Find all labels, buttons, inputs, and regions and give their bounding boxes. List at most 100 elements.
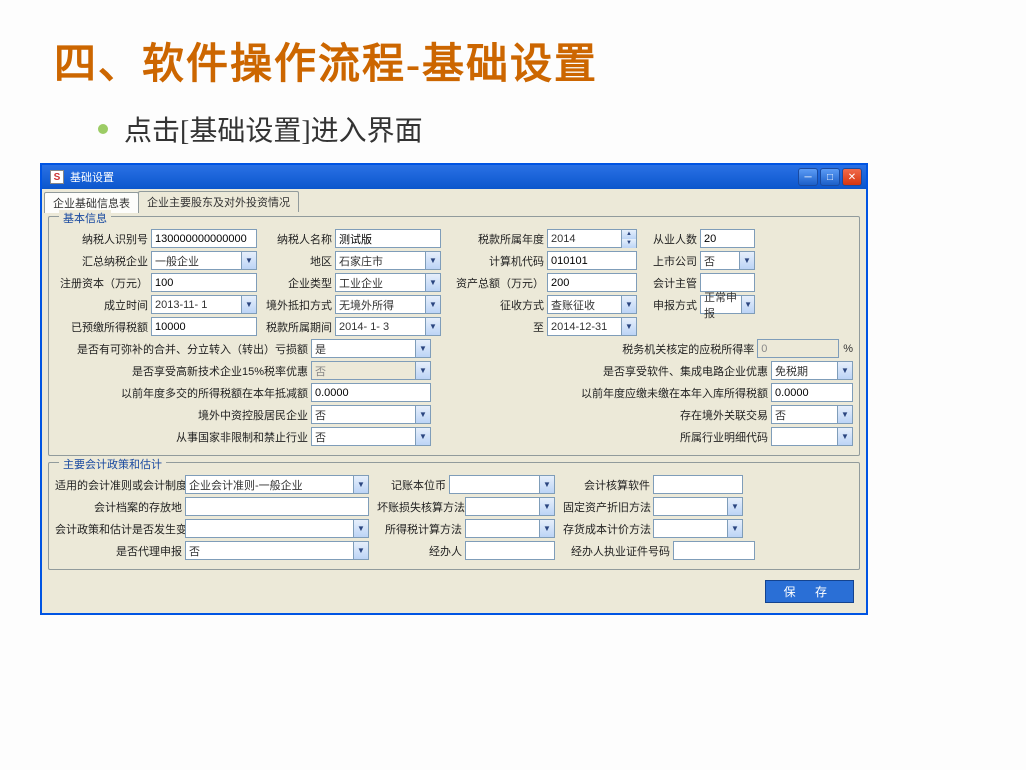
label-total-assets: 资产总额（万元） [449,275,547,291]
legend-acct: 主要会计政策和估计 [59,456,166,472]
slide-bullet: 点击[基础设置]进入界面 [98,109,996,149]
maximize-button[interactable]: □ [820,168,840,186]
label-employees: 从业人数 [645,231,700,247]
label-tax-rate: 税务机关核定的应税所得率 [557,341,757,357]
label-acct-sw: 会计核算软件 [563,477,653,493]
label-agent: 经办人 [377,543,465,559]
label-baddebt: 坏账损失核算方法 [377,499,465,515]
input-total-assets[interactable] [547,273,637,292]
select-merge-loss[interactable]: 是▼ [311,339,431,358]
chevron-down-icon: ▼ [353,476,368,493]
label-listed: 上市公司 [645,253,700,269]
select-ind-detail[interactable]: ▼ [771,427,853,446]
label-hitech: 是否享受高新技术企业15%税率优惠 [55,363,311,379]
input-pc-code[interactable] [547,251,637,270]
foreign-credit-value: 无境外所得 [339,297,394,313]
chevron-down-icon: ▼ [837,362,852,379]
consol-ent-value: 一般企业 [155,253,199,269]
select-software[interactable]: 免税期 ▼ [771,361,853,380]
input-tax-year[interactable]: 2014 ▲▼ [547,229,637,248]
input-tax-period-from[interactable]: 2014- 1- 3▼ [335,317,441,336]
label-foreign-ctrl: 境外中资控股居民企业 [55,407,311,423]
tax-period-from-value: 2014- 1- 3 [339,321,389,333]
percent-sign: % [843,343,853,355]
input-prepaid[interactable] [151,317,257,336]
select-consol-ent[interactable]: 一般企业 ▼ [151,251,257,270]
label-tax-period: 税款所属期间 [265,319,335,335]
label-tax-calc-method: 所得税计算方法 [377,521,465,537]
label-reg-capital: 注册资本（万元） [55,275,151,291]
input-employees[interactable] [700,229,755,248]
save-button[interactable]: 保 存 [765,580,854,603]
input-prev-credit[interactable] [311,383,431,402]
fieldset-acct: 主要会计政策和估计 适用的会计准则或会计制度 企业会计准则-一般企业▼ 记账本位… [48,462,860,570]
input-agent-cert[interactable] [673,541,755,560]
label-dep-method: 固定资产折旧方法 [563,499,653,515]
input-prev-owe[interactable] [771,383,853,402]
chevron-down-icon: ▼ [741,296,754,313]
select-inv-cost[interactable]: ▼ [653,519,743,538]
tab-bar: 企业基础信息表 企业主要股东及对外投资情况 [42,189,866,212]
software-value: 免税期 [775,363,808,379]
label-restrict-ind: 从事国家非限制和禁止行业 [55,429,311,445]
merge-loss-value: 是 [315,341,326,357]
select-foreign-credit[interactable]: 无境外所得 ▼ [335,295,441,314]
select-ent-type[interactable]: 工业企业▼ [335,273,441,292]
select-collect-method[interactable]: 查账征收▼ [547,295,637,314]
select-is-agent[interactable]: 否▼ [185,541,369,560]
chevron-down-icon: ▼ [539,476,554,493]
chevron-down-icon: ▼ [425,296,440,313]
chevron-down-icon: ▼ [241,296,256,313]
label-taxpayer-id: 纳税人识别号 [55,231,151,247]
slide-title: 四、软件操作流程-基础设置 [54,30,996,91]
chevron-down-icon: ▼ [727,498,742,515]
input-taxpayer-name[interactable] [335,229,441,248]
restrict-ind-value: 否 [315,429,326,445]
declare-method-value: 正常申报 [704,289,741,321]
label-inv-cost: 存货成本计价方法 [563,521,653,537]
chevron-down-icon: ▼ [241,252,256,269]
label-archive-loc: 会计档案的存放地 [55,499,185,515]
select-region[interactable]: 石家庄市▼ [335,251,441,270]
listed-value: 否 [704,253,715,269]
legend-basic: 基本信息 [59,210,111,226]
input-found-date[interactable]: 2013-11- 1▼ [151,295,257,314]
chevron-down-icon: ▼ [353,542,368,559]
select-listed[interactable]: 否▼ [700,251,755,270]
select-baddebt[interactable]: ▼ [465,497,555,516]
select-base-ccy[interactable]: ▼ [449,475,555,494]
select-foreign-trade[interactable]: 否▼ [771,405,853,424]
window-titlebar[interactable]: S 基础设置 ─ □ ✕ [42,165,866,189]
input-taxpayer-id[interactable] [151,229,257,248]
input-acct-sw[interactable] [653,475,743,494]
tab-shareholder[interactable]: 企业主要股东及对外投资情况 [138,191,299,212]
tax-period-to-value: 2014-12-31 [551,321,607,333]
app-icon: S [50,170,64,184]
select-dep-method[interactable]: ▼ [653,497,743,516]
close-button[interactable]: ✕ [842,168,862,186]
minimize-button[interactable]: ─ [798,168,818,186]
select-acct-system[interactable]: 企业会计准则-一般企业▼ [185,475,369,494]
select-policy-change[interactable]: ▼ [185,519,369,538]
select-declare-method[interactable]: 正常申报▼ [700,295,755,314]
label-tax-year: 税款所属年度 [449,231,547,247]
spinner-down-icon[interactable]: ▼ [621,239,636,248]
input-reg-capital[interactable] [151,273,257,292]
select-tax-calc-method[interactable]: ▼ [465,519,555,538]
input-tax-rate [757,339,839,358]
select-foreign-ctrl[interactable]: 否▼ [311,405,431,424]
label-prev-credit: 以前年度多交的所得税额在本年抵减额 [55,385,311,401]
chevron-down-icon: ▼ [415,362,430,379]
select-restrict-ind[interactable]: 否▼ [311,427,431,446]
input-archive-loc[interactable] [185,497,369,516]
label-prev-owe: 以前年度应缴未缴在本年入库所得税额 [571,385,771,401]
input-agent[interactable] [465,541,555,560]
chevron-down-icon: ▼ [415,406,430,423]
spinner-up-icon[interactable]: ▲ [621,230,636,239]
label-region: 地区 [265,253,335,269]
chevron-down-icon: ▼ [415,428,430,445]
input-tax-period-to[interactable]: 2014-12-31▼ [547,317,637,336]
hitech-value: 否 [315,363,326,379]
ent-type-value: 工业企业 [339,275,383,291]
main-panel: 基本信息 纳税人识别号 纳税人名称 税款所属年度 2014 ▲▼ [42,212,866,613]
